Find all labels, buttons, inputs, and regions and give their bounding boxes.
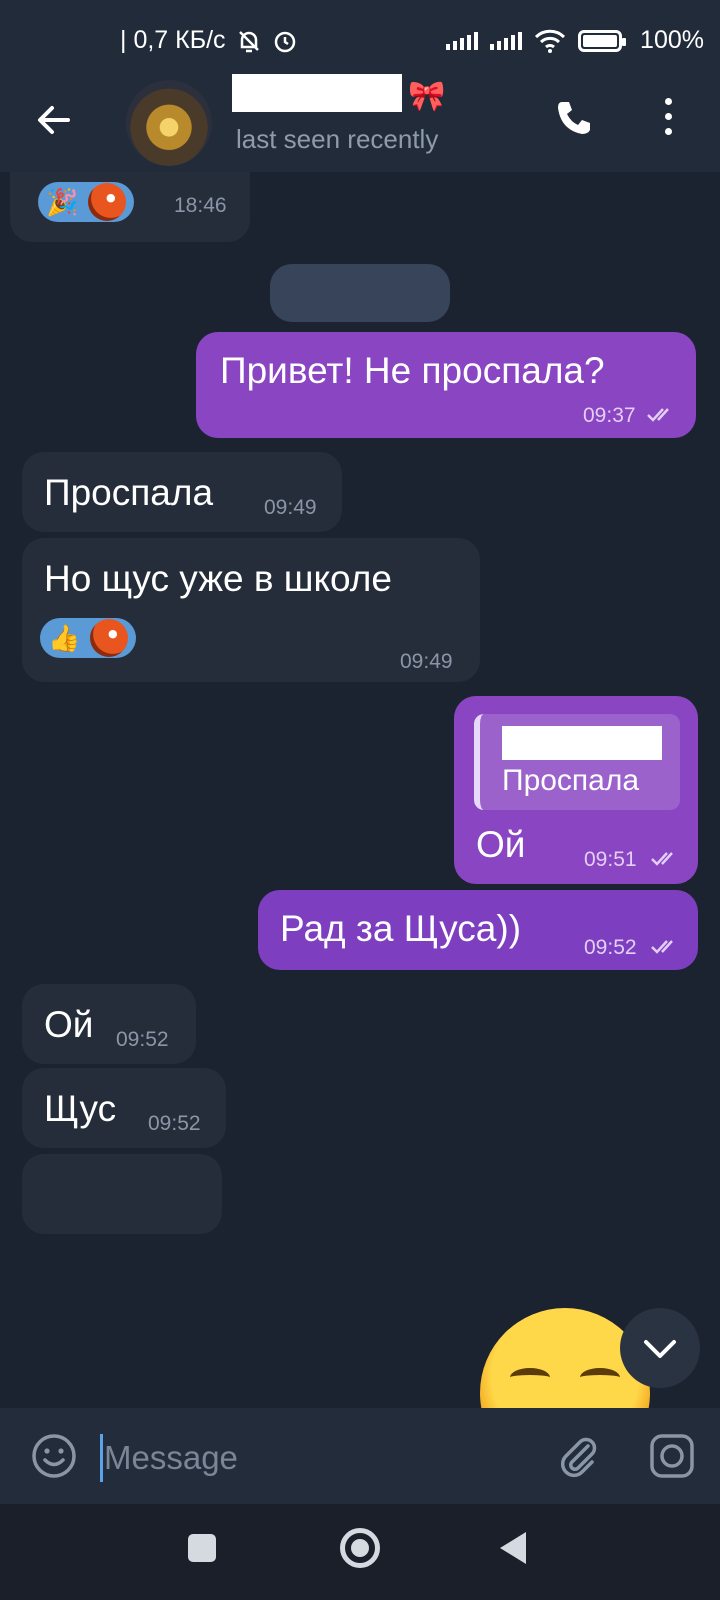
reaction-avatar — [90, 619, 129, 657]
message-bubble-outgoing[interactable]: Рад за Щуса)) 09:52 — [258, 890, 698, 970]
message-bubble-incoming[interactable] — [22, 1154, 222, 1234]
message-time: 09:52 — [148, 1112, 201, 1135]
home-button[interactable] — [340, 1528, 380, 1568]
message-bubble-incoming[interactable]: Проспала 09:49 — [22, 452, 342, 532]
double-check-icon — [651, 852, 673, 866]
reaction-emoji: 🎉 — [46, 187, 79, 217]
message-bubble-outgoing[interactable]: Привет! Не проспала? 09:37 — [196, 332, 696, 438]
scroll-down-button[interactable] — [620, 1308, 700, 1388]
battery-percent: 100% — [640, 26, 704, 54]
system-nav-bar — [0, 1504, 720, 1600]
double-check-icon — [651, 940, 673, 954]
reaction-pill[interactable]: 👍 — [40, 618, 137, 658]
message-text: Ой — [476, 824, 526, 865]
back-arrow-icon[interactable] — [34, 100, 74, 140]
chat-area[interactable]: 🎉 18:46 Привет! Не проспала? 09:37 Просп… — [0, 172, 720, 1408]
recents-button[interactable] — [188, 1534, 216, 1562]
status-bar: | 0,7 КБ/с 100% — [0, 0, 720, 80]
reply-author-redacted — [502, 726, 662, 760]
message-bubble-incoming[interactable]: Щус 09:52 — [22, 1068, 226, 1148]
message-time: 09:52 — [116, 1028, 169, 1051]
mute-bell-icon — [238, 30, 259, 52]
date-pill-redacted — [270, 264, 450, 322]
reply-quote[interactable]: Проспала — [474, 714, 680, 810]
message-composer — [0, 1408, 720, 1504]
message-time: 09:37 — [583, 404, 636, 427]
status-right: 100% — [446, 26, 704, 55]
chat-header: 🎀 last seen recently — [0, 74, 720, 172]
message-text: Привет! Не проспала? — [220, 350, 605, 391]
message-input[interactable] — [104, 1436, 524, 1480]
emoji-icon[interactable] — [30, 1432, 78, 1480]
battery-icon — [578, 29, 627, 52]
signal-icon — [446, 31, 479, 50]
message-time: 18:46 — [174, 194, 227, 217]
reaction-avatar — [88, 183, 127, 221]
message-text: Рад за Щуса)) — [280, 908, 522, 949]
wifi-icon — [534, 29, 566, 53]
contact-name-redacted[interactable] — [232, 74, 402, 112]
message-text: Проспала — [44, 472, 214, 513]
reaction-emoji: 👍 — [48, 623, 81, 653]
message-text: Щус — [44, 1088, 117, 1129]
text-caret — [100, 1434, 103, 1482]
message-bubble-incoming[interactable]: 🎉 18:46 — [10, 172, 250, 242]
alarm-icon — [274, 31, 295, 52]
camera-icon[interactable] — [648, 1432, 696, 1480]
message-time: 09:51 — [584, 848, 637, 871]
message-text: Ой — [44, 1004, 94, 1045]
message-text: Но щус уже в школе — [44, 558, 392, 599]
phone-icon[interactable] — [552, 96, 596, 140]
double-check-icon — [647, 408, 669, 422]
last-seen-status: last seen recently — [236, 124, 439, 154]
message-time: 09:49 — [400, 650, 453, 673]
network-speed: | 0,7 КБ/с — [120, 26, 226, 54]
chevron-down-icon — [644, 1340, 676, 1358]
message-bubble-incoming[interactable]: Но щус уже в школе 👍 09:49 — [22, 538, 480, 682]
attach-icon[interactable] — [554, 1432, 602, 1480]
more-vert-icon[interactable] — [660, 98, 676, 138]
back-button[interactable] — [500, 1532, 526, 1564]
signal-icon — [490, 31, 523, 50]
avatar[interactable] — [126, 80, 212, 166]
message-bubble-incoming[interactable]: Ой 09:52 — [22, 984, 196, 1064]
sticker-icon: 🎀 — [408, 80, 446, 113]
reaction-pill[interactable]: 🎉 — [38, 182, 135, 222]
message-bubble-outgoing[interactable]: Проспала Ой 09:51 — [454, 696, 698, 884]
message-time: 09:49 — [264, 496, 317, 519]
reply-text: Проспала — [502, 764, 640, 797]
message-time: 09:52 — [584, 936, 637, 959]
status-left: | 0,7 КБ/с — [120, 26, 298, 55]
